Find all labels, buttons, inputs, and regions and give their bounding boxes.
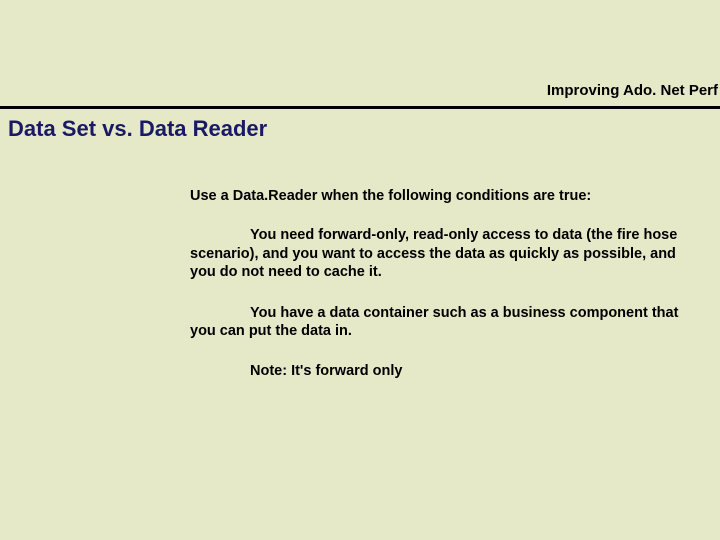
slide-body: Use a Data.Reader when the following con… (190, 188, 690, 379)
header-divider (0, 106, 720, 109)
lead-sentence: Use a Data.Reader when the following con… (190, 188, 690, 204)
header-breadcrumb: Improving Ado. Net Perf (547, 82, 718, 99)
paragraph-2: You have a data container such as a busi… (190, 304, 690, 341)
slide-header: Improving Ado. Net Perf (0, 0, 720, 108)
slide-title: Data Set vs. Data Reader (8, 116, 267, 142)
note-line: Note: It's forward only (250, 363, 690, 379)
paragraph-1: You need forward-only, read-only access … (190, 226, 690, 282)
slide: Improving Ado. Net Perf Data Set vs. Dat… (0, 0, 720, 540)
